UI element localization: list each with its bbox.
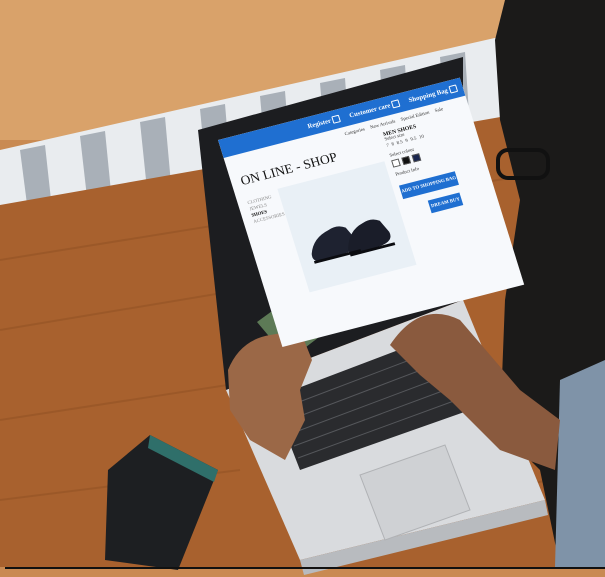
chat-icon: [391, 99, 401, 109]
menu-categories[interactable]: Categories: [344, 128, 365, 138]
buy-button[interactable]: DREAM BUY: [427, 192, 464, 214]
product-image[interactable]: [277, 161, 417, 293]
colour-swatch-black[interactable]: [401, 155, 412, 166]
nav-register[interactable]: Register: [307, 114, 342, 131]
size-option[interactable]: 8: [391, 142, 395, 147]
photo-scene: Register Customer care Shopping Bag Cate…: [0, 0, 605, 577]
user-icon: [331, 114, 342, 125]
size-option[interactable]: 10: [419, 135, 425, 141]
size-option[interactable]: 9: [405, 139, 409, 144]
colour-swatch-navy[interactable]: [411, 153, 422, 163]
size-option[interactable]: 9.5: [410, 137, 417, 143]
bag-icon: [448, 84, 459, 94]
size-option[interactable]: 8.5: [396, 140, 403, 146]
colour-swatch-white[interactable]: [391, 158, 401, 168]
person-shirt: [555, 360, 605, 567]
bottom-rule: [5, 567, 605, 569]
size-option[interactable]: 7: [386, 144, 390, 149]
shoes-icon: [311, 219, 396, 264]
menu-sale[interactable]: Sale: [434, 107, 443, 114]
